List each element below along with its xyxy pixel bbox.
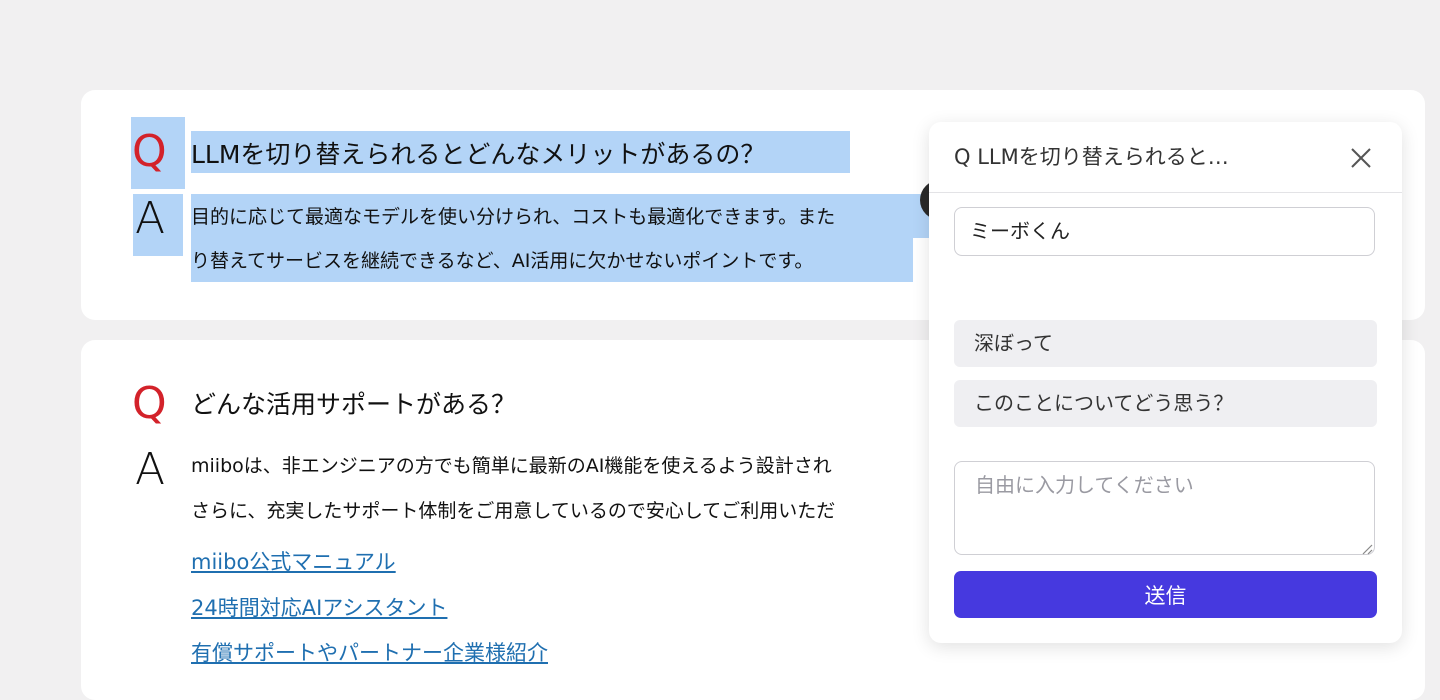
q-mark: Q — [132, 378, 167, 429]
suggestion-chip-opinion[interactable]: このことについてどう思う？ — [954, 380, 1377, 427]
resize-grip-icon[interactable] — [1361, 540, 1373, 555]
a-mark: A — [135, 193, 166, 244]
faq-answer-2-line-1: miiboは、非エンジニアの方でも簡単に最新のAI機能を使えるよう設計され — [191, 455, 832, 477]
link-manual[interactable]: miibo公式マニュアル — [191, 546, 396, 576]
link-paid-support[interactable]: 有償サポートやパートナー企業様紹介 — [191, 637, 548, 667]
agent-name-field[interactable]: ミーボくん — [954, 207, 1375, 256]
close-icon[interactable] — [1341, 142, 1381, 174]
link-ai-assistant[interactable]: 24時間対応AIアシスタント — [191, 592, 447, 622]
faq-answer-2-line-2: さらに、充実したサポート体制をご用意しているので安心してご利用いただ — [191, 500, 836, 522]
q-mark: Q — [132, 126, 167, 177]
panel-header: Q LLMを切り替えられると… — [929, 122, 1402, 193]
faq-question-1: LLMを切り替えられるとどんなメリットがあるの？ — [191, 140, 766, 169]
panel-title: Q LLMを切り替えられると… — [954, 145, 1229, 169]
faq-answer-1-line-2: り替えてサービスを継続できるなど、AI活用に欠かせないポイントです。 — [191, 250, 814, 272]
faq-question-2: どんな活用サポートがある？ — [191, 390, 517, 419]
suggestion-chip-dig-deeper[interactable]: 深ぼって — [954, 320, 1377, 367]
chat-panel: Q LLMを切り替えられると… ミーボくん 深ぼって このことについてどう思う？… — [929, 122, 1402, 643]
free-input-textarea[interactable] — [954, 461, 1375, 555]
send-button[interactable]: 送信 — [954, 571, 1377, 618]
faq-answer-1-line-1: 目的に応じて最適なモデルを使い分けられ、コストも最適化できます。また — [191, 206, 836, 228]
a-mark: A — [135, 444, 166, 495]
